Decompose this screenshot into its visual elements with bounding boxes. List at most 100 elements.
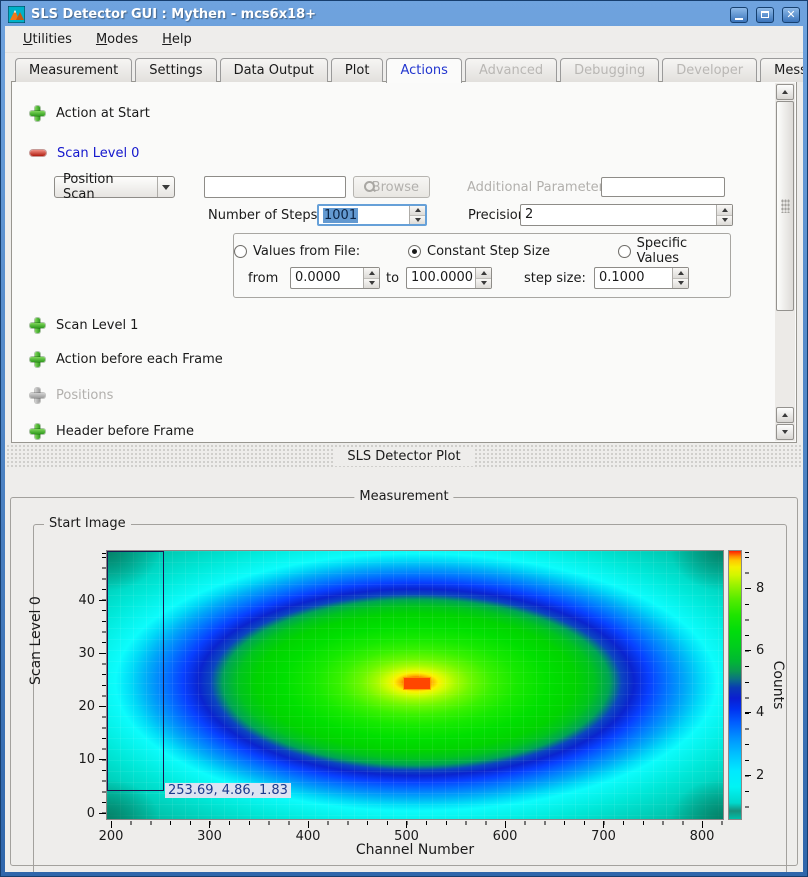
- y-tick: 20: [34, 699, 106, 715]
- heatmap-plot[interactable]: 253.69, 4.86, 1.83: [106, 550, 724, 820]
- cursor-readout: 253.69, 4.86, 1.83: [165, 783, 291, 798]
- header-before-frame-row[interactable]: Header before Frame: [30, 422, 194, 440]
- scan-level-1-row[interactable]: Scan Level 1: [30, 316, 138, 334]
- step-size-label: step size:: [524, 267, 586, 289]
- x-tick: 400: [278, 821, 338, 844]
- positions-label: Positions: [56, 388, 113, 403]
- from-value: 0.0000: [291, 268, 363, 288]
- scroll-down-button[interactable]: [776, 424, 794, 440]
- scan-mode-combobox[interactable]: Position Scan: [54, 176, 175, 198]
- scan-level-0-label: Scan Level 0: [57, 146, 139, 161]
- expand-plus-icon[interactable]: [30, 318, 45, 333]
- expand-plus-icon[interactable]: [30, 106, 45, 121]
- tab[interactable]: Advanced: [465, 58, 557, 82]
- tick-mark: [745, 775, 751, 776]
- menu-item[interactable]: Help: [152, 29, 202, 50]
- colorbar-tick: 6: [745, 642, 764, 658]
- y-axis-title: Scan Level 0: [28, 596, 44, 685]
- tick-mark: [406, 821, 407, 828]
- close-button[interactable]: ✕: [782, 7, 800, 23]
- y-axis-ticks: 0 10 20 30 40: [34, 550, 106, 820]
- expand-plus-icon[interactable]: [30, 424, 45, 439]
- action-before-frame-label: Action before each Frame: [56, 352, 223, 367]
- positions-row: Positions: [30, 386, 113, 404]
- tab[interactable]: Debugging: [560, 58, 659, 82]
- precision-value: 2: [521, 205, 716, 225]
- x-axis-title: Channel Number: [106, 842, 724, 858]
- browse-button[interactable]: Browse: [353, 176, 430, 198]
- additional-parameter-input[interactable]: [601, 177, 725, 197]
- spin-up-icon: [678, 271, 684, 275]
- scroll-up-button-2[interactable]: [776, 407, 794, 423]
- minimize-button[interactable]: [730, 7, 748, 23]
- spin-up-icon: [415, 208, 421, 212]
- scan-script-input[interactable]: [204, 176, 346, 198]
- spin-down-button[interactable]: [673, 279, 688, 289]
- app-logo-icon: [8, 6, 25, 23]
- to-value: 100.0000: [407, 268, 475, 288]
- precision-spinbox[interactable]: 2: [520, 204, 733, 226]
- action-at-start-row[interactable]: Action at Start: [30, 104, 150, 122]
- zoom-selection-rect[interactable]: [107, 551, 164, 791]
- tab[interactable]: Messages: [760, 58, 803, 82]
- expand-plus-icon-disabled: [30, 388, 45, 403]
- arrow-down-icon: [782, 430, 788, 434]
- combo-dropdown-button[interactable]: [157, 177, 174, 197]
- spin-down-icon: [678, 281, 684, 285]
- radio-icon: [234, 245, 247, 258]
- spin-up-button[interactable]: [364, 268, 379, 279]
- spin-down-button[interactable]: [717, 216, 732, 226]
- tab[interactable]: Measurement: [15, 58, 132, 82]
- action-before-frame-row[interactable]: Action before each Frame: [30, 350, 223, 368]
- spin-up-button[interactable]: [717, 205, 732, 216]
- browse-magnifier-icon: [364, 181, 367, 193]
- tick-mark: [99, 600, 106, 601]
- tab[interactable]: Data Output: [220, 58, 328, 82]
- colorbar-tick: 2: [745, 767, 764, 783]
- radio-option[interactable]: Values from File:: [234, 243, 360, 259]
- splitter-handle[interactable]: SLS Detector Plot: [5, 443, 803, 469]
- menu-item[interactable]: Modes: [86, 29, 148, 50]
- scan-level-0-row[interactable]: Scan Level 0: [30, 144, 139, 162]
- x-tick: 600: [475, 821, 535, 844]
- spin-down-icon: [415, 218, 421, 222]
- actions-panel: Action at Start Scan Level 0 Position Sc…: [11, 81, 797, 443]
- radio-option[interactable]: Constant Step Size: [408, 243, 550, 259]
- number-of-steps-label: Number of Steps:: [208, 204, 322, 226]
- colorbar-title: Counts: [770, 661, 786, 710]
- tick-mark: [702, 821, 703, 828]
- spin-up-button[interactable]: [673, 268, 688, 279]
- tab[interactable]: Actions: [386, 58, 462, 83]
- maximize-button[interactable]: [756, 7, 774, 23]
- spin-down-button[interactable]: [364, 279, 379, 289]
- tab[interactable]: Developer: [662, 58, 757, 82]
- to-label: to: [386, 267, 399, 289]
- step-options-frame: Constant Step Size Specific Values Value…: [233, 233, 731, 298]
- scrollbar-thumb[interactable]: [776, 101, 794, 311]
- tick-mark: [99, 706, 106, 707]
- from-spinbox[interactable]: 0.0000: [290, 267, 380, 289]
- y-tick: 30: [34, 645, 106, 661]
- collapse-minus-icon[interactable]: [30, 150, 46, 156]
- x-tick: 200: [81, 821, 141, 844]
- spin-up-button[interactable]: [476, 268, 491, 279]
- spin-up-button[interactable]: [410, 206, 425, 216]
- tab[interactable]: Plot: [331, 58, 384, 82]
- radio-option[interactable]: Specific Values: [618, 243, 730, 259]
- maximize-icon: [761, 11, 769, 18]
- y-tick: 0: [34, 805, 106, 821]
- step-size-spinbox[interactable]: 0.1000: [594, 267, 689, 289]
- tab[interactable]: Settings: [135, 58, 216, 82]
- spin-down-button[interactable]: [410, 216, 425, 225]
- scan-level-1-label: Scan Level 1: [56, 318, 138, 333]
- app-window: SLS Detector GUI : Mythen - mcs6x18+ ✕ U…: [0, 0, 808, 877]
- vertical-scrollbar[interactable]: [775, 83, 795, 441]
- number-of-steps-spinbox[interactable]: 1001: [317, 204, 427, 226]
- expand-plus-icon[interactable]: [30, 352, 45, 367]
- scroll-up-button[interactable]: [776, 84, 794, 100]
- titlebar: SLS Detector GUI : Mythen - mcs6x18+ ✕: [4, 4, 804, 25]
- spin-down-button[interactable]: [476, 279, 491, 289]
- to-spinbox[interactable]: 100.0000: [406, 267, 492, 289]
- additional-parameter-label: Additional Parameter:: [467, 176, 608, 198]
- menu-item[interactable]: Utilities: [13, 29, 82, 50]
